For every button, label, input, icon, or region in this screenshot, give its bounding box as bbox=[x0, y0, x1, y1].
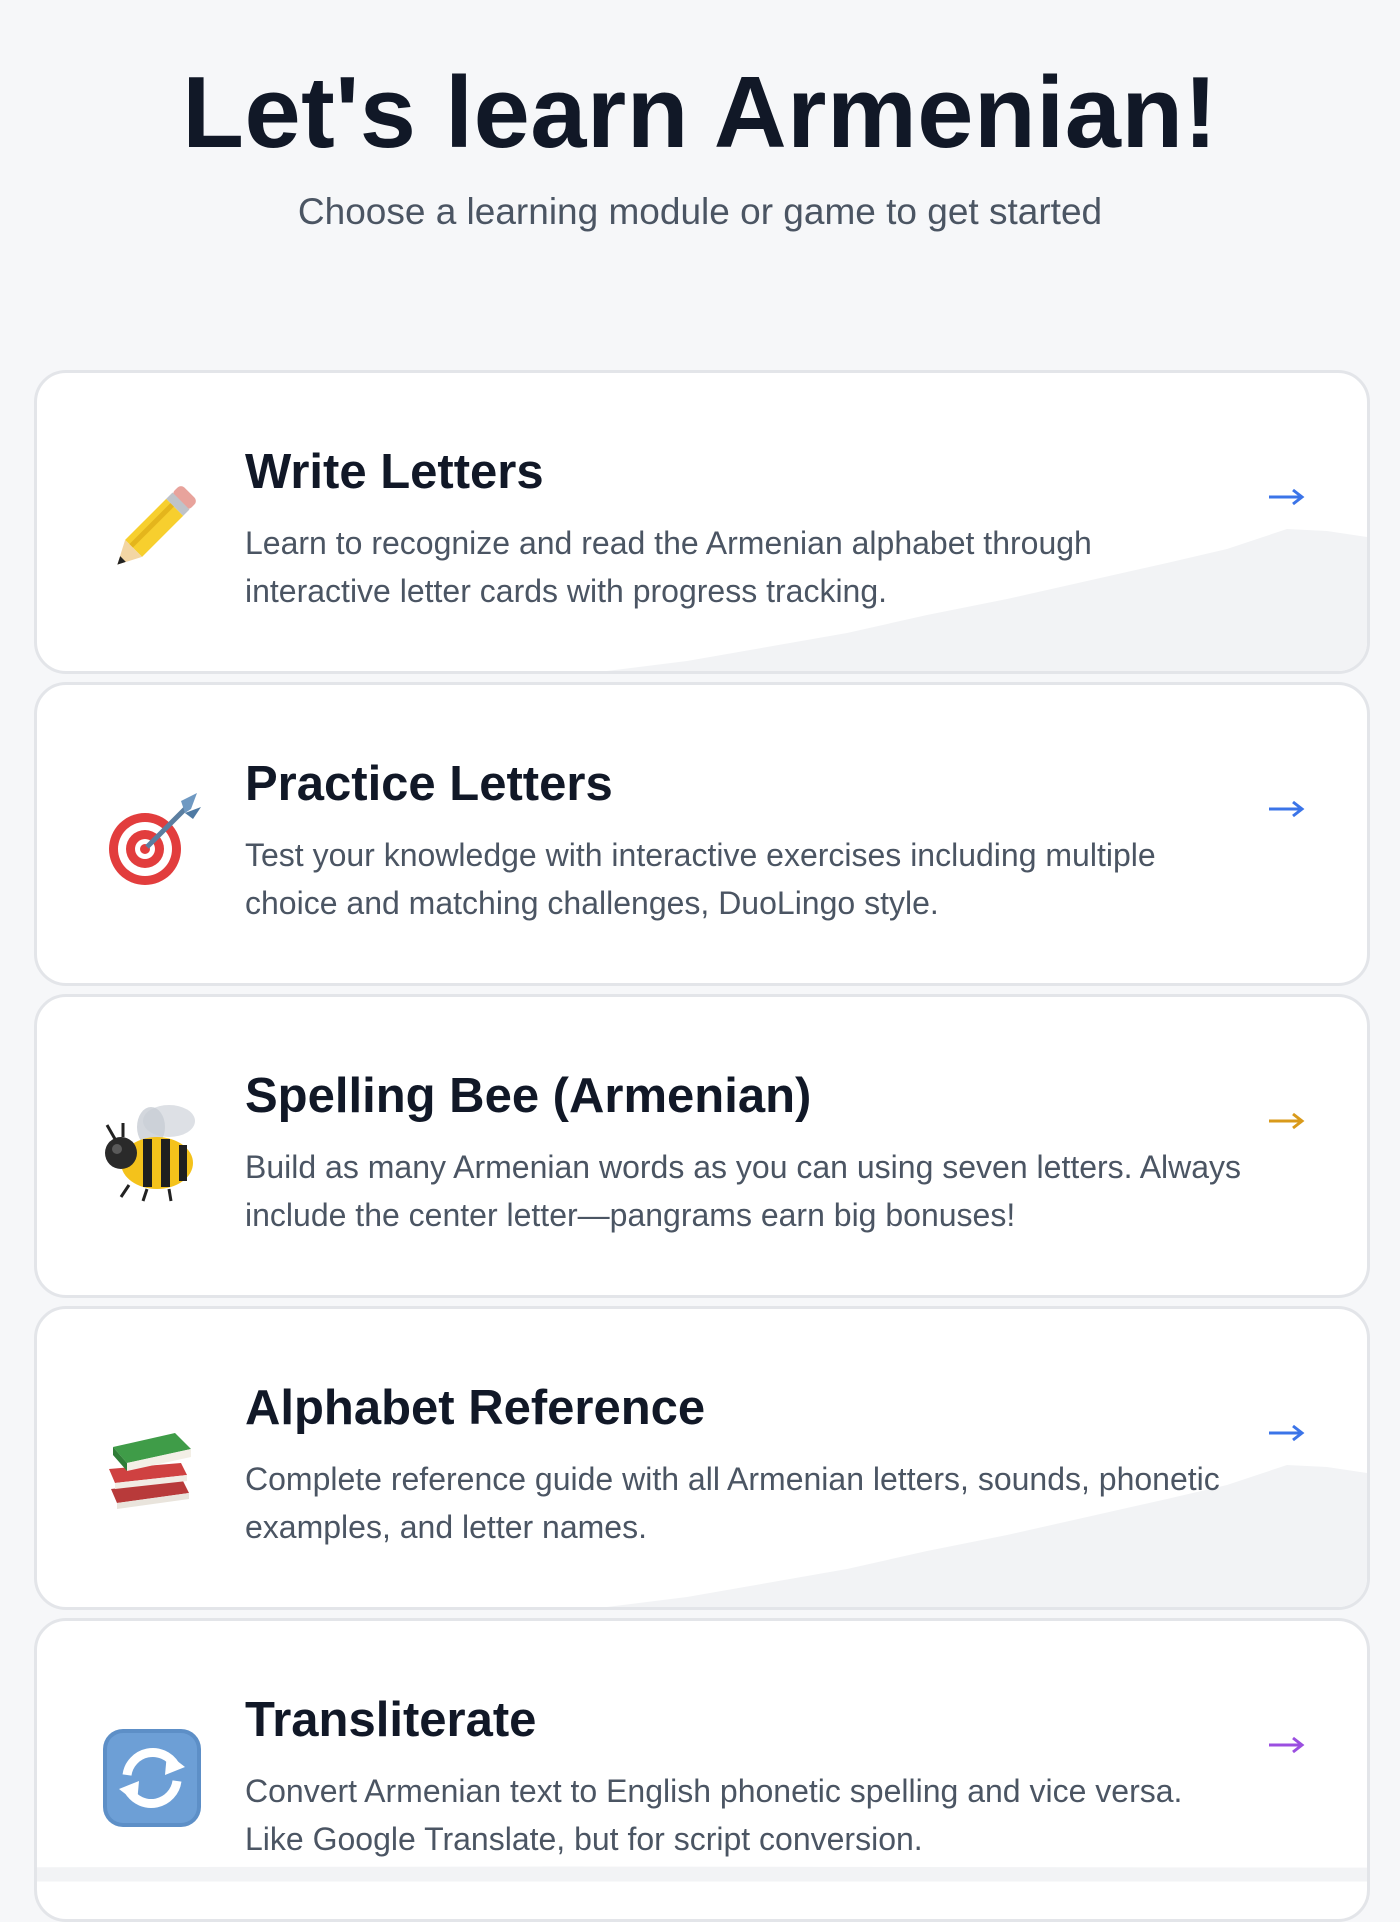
module-card-write-letters[interactable]: Write Letters Learn to recognize and rea… bbox=[34, 370, 1370, 674]
module-card-spelling-bee[interactable]: Spelling Bee (Armenian) Build as many Ar… bbox=[34, 994, 1370, 1298]
module-description: Complete reference guide with all Armeni… bbox=[245, 1461, 1220, 1545]
module-title: Write Letters bbox=[245, 445, 544, 499]
books-icon bbox=[97, 1411, 207, 1521]
module-description: Convert Armenian text to English phoneti… bbox=[245, 1773, 1183, 1857]
bee-icon bbox=[97, 1099, 207, 1209]
module-description: Test your knowledge with interactive exe… bbox=[245, 837, 1156, 921]
module-list: Write Letters Learn to recognize and rea… bbox=[0, 0, 1400, 1922]
arrow-right-icon bbox=[1267, 797, 1307, 821]
arrow-right-icon bbox=[1267, 485, 1307, 509]
module-description: Build as many Armenian words as you can … bbox=[245, 1149, 1242, 1233]
module-card-alphabet-reference[interactable]: Alphabet Reference Complete reference gu… bbox=[34, 1306, 1370, 1610]
arrow-right-icon bbox=[1267, 1733, 1307, 1757]
module-description: Learn to recognize and read the Armenian… bbox=[245, 525, 1092, 609]
module-card-transliterate[interactable]: Transliterate Convert Armenian text to E… bbox=[34, 1618, 1370, 1922]
card-texture bbox=[37, 1866, 1367, 1882]
module-title: Transliterate bbox=[245, 1693, 537, 1747]
module-card-practice-letters[interactable]: Practice Letters Test your knowledge wit… bbox=[34, 682, 1370, 986]
target-dart-icon bbox=[97, 787, 207, 897]
module-title: Alphabet Reference bbox=[245, 1381, 706, 1435]
arrow-right-icon bbox=[1267, 1421, 1307, 1445]
module-title: Spelling Bee (Armenian) bbox=[245, 1069, 812, 1123]
pencil-icon bbox=[97, 475, 207, 585]
refresh-icon bbox=[97, 1723, 207, 1833]
arrow-right-icon bbox=[1267, 1109, 1307, 1133]
module-title: Practice Letters bbox=[245, 757, 613, 811]
